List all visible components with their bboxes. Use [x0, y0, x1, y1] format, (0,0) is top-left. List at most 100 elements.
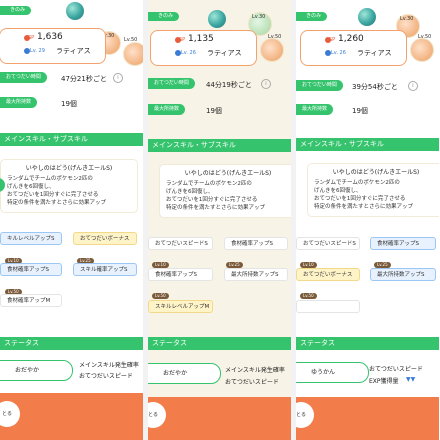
subskill-2[interactable]: おてつだいボーナス — [73, 232, 137, 245]
pokemon-card[interactable]: SP 1,636 Lv. 29 ラティアス — [0, 28, 106, 64]
subskill-4[interactable]: 最大所持数アップS — [224, 268, 288, 281]
sp-label: SP — [329, 37, 336, 43]
subskill-1[interactable]: おてつだいスピードS — [296, 237, 360, 250]
nature-pill[interactable]: おだやか — [148, 363, 221, 384]
main-skill-box: いやしのはどう(げんきエールS) ランダムでチームのポケモン2匹の げんきを6回… — [308, 164, 439, 216]
skill-desc-line-3: おてつだいを1回分すぐに完了させる — [7, 192, 99, 198]
subskill-1[interactable]: キルレベルアップS — [0, 232, 62, 245]
bubble-level-1: Lv.30 — [252, 14, 266, 20]
skill-desc-line-4: 特定の条件を満たすとさらに効果アップ — [7, 200, 107, 206]
stat-up: メインスキル発生確率 — [79, 362, 139, 369]
skill-desc-line-2: げんきを6回復し、 — [166, 189, 214, 195]
nature-label: おだやか — [15, 367, 40, 374]
sp-label: SP — [179, 37, 186, 43]
subskill-4[interactable]: 最大所持数アップS — [370, 268, 436, 281]
help-time-label: おてつだい時間 — [148, 78, 195, 89]
inventory-label: 最大所持数 — [148, 104, 186, 115]
main-skill-box: いやしのはどう(げんきエールS) ランダムでチームのポケモン2匹の げんきを6回… — [160, 165, 291, 217]
bubble-level-1: Lv.30 — [400, 16, 414, 22]
skill-section-header: メインスキル・サブスキル — [0, 133, 143, 146]
level-label: Lv. 26 — [331, 50, 346, 56]
inventory-label: 最大所持数 — [296, 104, 334, 115]
help-time-value: 47分21秒ごと — [61, 75, 107, 83]
level-label: Lv. 29 — [30, 48, 45, 54]
bubble-level-2: Lv.50 — [268, 34, 282, 40]
nature-pill[interactable]: おだやか — [0, 360, 73, 381]
subskill-3[interactable]: おてつだいボーナス — [296, 268, 360, 281]
inventory-label: 最大所持数 — [0, 97, 38, 108]
pokemon-name: ラティアス — [357, 49, 392, 57]
screenshot-panel-3: きのみ Lv.30 Lv.50 SP 1,260 Lv. 26 ラティアス おて… — [296, 0, 439, 440]
bubble-level-2: Lv.50 — [418, 34, 432, 40]
stat-up: メインスキル発生確率 — [225, 367, 285, 374]
screenshot-panel-1: きのみ Lv.30 Lv.50 SP 1,636 Lv. 29 ラティアス おて… — [0, 0, 143, 440]
skill-desc-line-1: ランダムでチームのポケモン2匹の — [314, 180, 400, 186]
status-section-header: ステータス — [148, 337, 291, 350]
sp-value: 1,135 — [188, 34, 214, 44]
subskill-2[interactable]: 食材確率アップS — [224, 237, 288, 250]
screenshot-panel-2: きのみ Lv.30 Lv.50 SP 1,135 Lv. 26 ラティアス おて… — [148, 0, 291, 440]
nature-label: ゆうかん — [311, 369, 336, 376]
subskill-5[interactable]: スキルレベルアップM — [148, 300, 213, 313]
help-time-value: 44分19秒ごと — [206, 81, 252, 89]
skill-desc-line-4: 特定の条件を満たすとさらに効果アップ — [166, 205, 266, 211]
main-skill-box: いやしのはどう(げんきエールS) ランダムでチームのポケモン2匹の げんきを6回… — [0, 160, 137, 212]
subskill-5[interactable] — [296, 300, 360, 313]
sp-value: 1,636 — [37, 32, 63, 42]
status-section-header: ステータス — [0, 337, 143, 350]
evolution-bubble-2[interactable] — [123, 42, 143, 66]
stat-down-arrows-icon: ▼▼ — [406, 376, 416, 383]
info-icon[interactable]: i — [261, 79, 271, 89]
skill-desc-line-1: ランダムでチームのポケモン2匹の — [166, 181, 252, 187]
skill-title: いやしのはどう(げんきエールS) — [184, 170, 272, 177]
status-section-header: ステータス — [296, 337, 439, 350]
subskill-2[interactable]: 食材確率アップS — [370, 237, 436, 250]
subskill-4[interactable]: スキル確率アップS — [73, 263, 137, 276]
info-icon[interactable]: i — [113, 73, 123, 83]
skill-title: いやしのはどう(げんきエールS) — [332, 169, 420, 176]
bottom-action-bar — [296, 397, 439, 440]
skill-desc-line-3: おてつだいを1回分すぐに完了させる — [314, 196, 406, 202]
subskill-3[interactable]: 食材確率アップS — [0, 263, 62, 276]
skill-desc-line-2: げんきを6回復し、 — [314, 188, 362, 194]
berry-icon — [208, 10, 226, 28]
pokemon-card[interactable]: SP 1,260 Lv. 26 ラティアス — [300, 30, 407, 66]
expand-icon[interactable] — [0, 178, 5, 192]
skill-desc-line-4: 特定の条件を満たすとさらに効果アップ — [314, 204, 414, 210]
subskill-5-level: Lv.50 — [300, 293, 317, 299]
evolution-bubble-2[interactable] — [260, 38, 284, 62]
nature-label: おだやか — [163, 370, 188, 377]
help-time-label: おてつだい時間 — [296, 80, 343, 91]
inventory-value: 19個 — [61, 100, 77, 108]
stat-up: おてつだいスピード — [369, 366, 423, 373]
bubble-level-2: Lv.50 — [124, 37, 138, 43]
info-icon[interactable]: i — [408, 81, 418, 91]
level-label: Lv. 26 — [181, 50, 196, 56]
evolution-bubble-2[interactable] — [410, 38, 434, 62]
help-time-value: 39分54秒ごと — [352, 83, 398, 91]
stat-down: EXP獲得量 — [369, 378, 399, 385]
help-time-label: おてつだい時間 — [0, 72, 47, 83]
skill-title: いやしのはどう(げんきエールS) — [25, 165, 113, 172]
berry-icon — [358, 8, 376, 26]
skill-desc-line-3: おてつだいを1回分すぐに完了させる — [166, 197, 258, 203]
subskill-5[interactable]: 食材確率アップM — [0, 294, 62, 307]
nature-pill[interactable]: ゆうかん — [296, 362, 369, 383]
skill-desc-line-2: げんきを6回復し、 — [7, 184, 55, 190]
skill-section-header: メインスキル・サブスキル — [296, 138, 439, 151]
inventory-value: 19個 — [352, 107, 368, 115]
subskill-3[interactable]: 食材確率アップS — [148, 268, 213, 281]
pokemon-name: ラティアス — [207, 49, 242, 57]
berry-badge: きのみ — [296, 12, 328, 21]
sp-value: 1,260 — [338, 34, 364, 44]
subskill-1[interactable]: おてつだいスピードS — [148, 237, 213, 250]
stat-down: おてつだいスピード — [79, 373, 133, 380]
skill-section-header: メインスキル・サブスキル — [148, 139, 291, 152]
sp-label: SP — [28, 35, 35, 41]
pokemon-card[interactable]: SP 1,135 Lv. 26 ラティアス — [150, 30, 257, 66]
subskill-5-level: Lv.50 — [152, 293, 169, 299]
bottom-action-bar — [0, 393, 143, 440]
berry-icon — [66, 2, 84, 20]
berry-badge: きのみ — [0, 6, 32, 15]
berry-badge: きのみ — [148, 12, 180, 21]
